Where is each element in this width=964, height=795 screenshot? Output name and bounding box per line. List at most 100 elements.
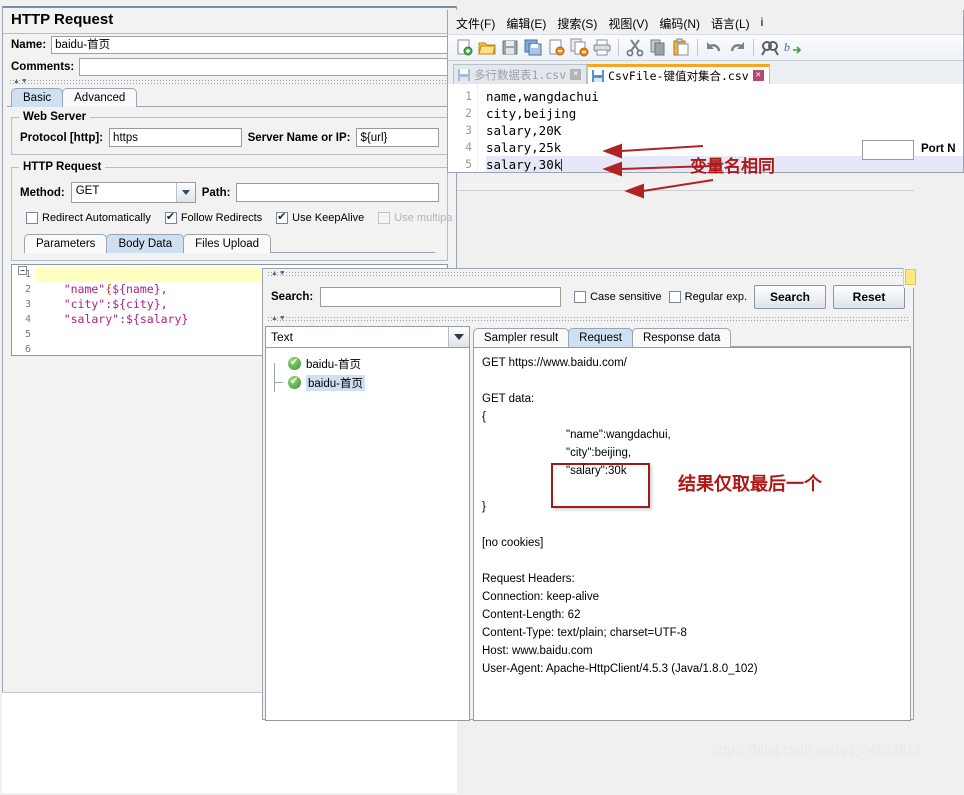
comments-row: Comments: bbox=[3, 56, 456, 78]
editor-gutter: 1 2 3 4 5 6 bbox=[12, 265, 34, 355]
floppy-icon bbox=[458, 68, 470, 81]
notepadpp-menubar: 文件(F) 编辑(E) 搜索(S) 视图(V) 编码(N) 语言(L) i bbox=[448, 10, 963, 34]
toolbar-separator bbox=[697, 39, 698, 56]
tree-item-baidu-1[interactable]: baidu-首页 bbox=[270, 354, 465, 374]
comments-input[interactable] bbox=[79, 58, 452, 76]
close-icon[interactable]: ✕ bbox=[752, 70, 764, 81]
save-icon[interactable] bbox=[500, 38, 520, 57]
menu-language[interactable]: 语言(L) bbox=[711, 15, 750, 32]
menu-edit[interactable]: 编辑(E) bbox=[506, 15, 546, 32]
results-split: Text baidu-首页 baidu-首页 Sampler result bbox=[263, 326, 913, 724]
save-all-icon[interactable] bbox=[523, 38, 543, 57]
request-content[interactable]: GET https://www.baidu.com/ GET data: { "… bbox=[473, 347, 911, 721]
close-icon[interactable]: ✕ bbox=[570, 69, 582, 80]
gutter-line: 4 bbox=[24, 314, 31, 325]
tree-item-baidu-2[interactable]: baidu-首页 bbox=[270, 373, 465, 392]
method-select[interactable]: GET bbox=[70, 182, 196, 203]
request-options-row: Redirect Automatically Follow Redirects … bbox=[20, 210, 452, 224]
port-input[interactable] bbox=[862, 140, 914, 160]
csv-line: name,wangdachui bbox=[486, 89, 599, 104]
paste-icon[interactable] bbox=[671, 38, 691, 57]
open-file-icon[interactable] bbox=[477, 38, 497, 57]
tab-parameters[interactable]: Parameters bbox=[24, 234, 108, 253]
search-input[interactable] bbox=[320, 287, 562, 307]
request-line bbox=[482, 372, 902, 390]
checkbox-regular-exp[interactable]: Regular exp. bbox=[668, 291, 747, 303]
menu-search[interactable]: 搜索(S) bbox=[557, 15, 597, 32]
checkbox-redirect-automatically[interactable]: Redirect Automatically bbox=[26, 212, 151, 224]
tree-connector bbox=[274, 373, 283, 392]
splitter-arrows-icon[interactable]: ▲▼ bbox=[271, 315, 287, 322]
server-name-input[interactable]: ${url} bbox=[356, 128, 439, 147]
tab-advanced[interactable]: Advanced bbox=[62, 88, 138, 107]
view-type-select[interactable]: Text bbox=[265, 326, 470, 348]
regular-exp-box-icon[interactable] bbox=[668, 291, 681, 303]
redo-icon[interactable] bbox=[727, 38, 747, 57]
name-row: Name: baidu-首页 bbox=[3, 34, 456, 56]
tab-body-data[interactable]: Body Data bbox=[106, 234, 185, 253]
notepadpp-tab-label: CsvFile-键值对集合.csv bbox=[608, 68, 749, 83]
follow-redirects-box-icon[interactable] bbox=[164, 210, 177, 224]
splitter-grip[interactable]: ▲▼ bbox=[9, 78, 450, 86]
checkbox-use-keepalive[interactable]: Use KeepAlive bbox=[276, 210, 364, 224]
close-file-icon[interactable] bbox=[546, 38, 566, 57]
tab-basic[interactable]: Basic bbox=[11, 88, 64, 107]
undo-icon[interactable] bbox=[704, 38, 724, 57]
redirect-automatically-label: Redirect Automatically bbox=[42, 212, 151, 224]
cut-icon[interactable] bbox=[625, 38, 645, 57]
name-input[interactable]: baidu-首页 bbox=[51, 36, 452, 54]
redirect-automatically-box-icon[interactable] bbox=[26, 212, 38, 224]
csv-line-text: salary,30k bbox=[486, 157, 562, 172]
web-server-legend: Web Server bbox=[19, 111, 91, 123]
toolbar-separator bbox=[753, 39, 754, 56]
csv-annotation-text: 变量名相同 bbox=[690, 157, 775, 177]
new-file-icon[interactable] bbox=[454, 38, 474, 57]
protocol-input[interactable]: https bbox=[109, 128, 242, 147]
checkbox-follow-redirects[interactable]: Follow Redirects bbox=[164, 210, 263, 224]
tab-sampler-result[interactable]: Sampler result bbox=[473, 328, 570, 347]
notepadpp-tab-csvfile[interactable]: CsvFile-键值对集合.csv ✕ bbox=[587, 64, 770, 84]
copy-icon[interactable] bbox=[648, 38, 668, 57]
request-line: { bbox=[482, 411, 486, 423]
menu-encoding[interactable]: 编码(N) bbox=[659, 15, 700, 32]
notepadpp-tab-multiline-csv[interactable]: 多行数据表1.csv ✕ bbox=[453, 64, 588, 84]
results-vertical-scrollbar[interactable] bbox=[903, 268, 916, 288]
request-line: } bbox=[482, 501, 486, 513]
tab-files-upload[interactable]: Files Upload bbox=[183, 234, 272, 253]
menu-settings[interactable]: i bbox=[761, 15, 764, 32]
menu-view[interactable]: 视图(V) bbox=[608, 15, 648, 32]
results-splitter-grip[interactable]: ▲▼ bbox=[267, 270, 909, 278]
tab-response-data[interactable]: Response data bbox=[631, 328, 732, 347]
splitter-arrows-icon[interactable]: ▲▼ bbox=[13, 78, 29, 85]
use-multipart-label: Use multipa bbox=[394, 212, 453, 224]
splitter-arrows-icon[interactable]: ▲▼ bbox=[271, 270, 287, 277]
chevron-down-icon[interactable] bbox=[175, 183, 195, 202]
replace-icon[interactable]: b bbox=[783, 38, 803, 57]
menu-file[interactable]: 文件(F) bbox=[456, 15, 495, 32]
search-button[interactable]: Search bbox=[754, 285, 826, 309]
follow-redirects-label: Follow Redirects bbox=[180, 212, 263, 224]
results-tree-pane: Text baidu-首页 baidu-首页 bbox=[265, 326, 470, 721]
results-splitter-grip-2[interactable]: ▲▼ bbox=[267, 315, 909, 323]
scrollbar-thumb[interactable] bbox=[905, 269, 916, 285]
case-sensitive-label: Case sensitive bbox=[590, 291, 662, 303]
case-sensitive-box-icon[interactable] bbox=[574, 291, 587, 303]
reset-button[interactable]: Reset bbox=[833, 285, 905, 309]
regular-exp-label: Regular exp. bbox=[684, 291, 747, 303]
tree-item-label: baidu-首页 bbox=[306, 374, 365, 391]
chevron-down-icon[interactable] bbox=[448, 327, 469, 347]
results-tree[interactable]: baidu-首页 baidu-首页 bbox=[265, 348, 470, 721]
path-input[interactable] bbox=[236, 183, 439, 202]
close-all-icon[interactable] bbox=[569, 38, 589, 57]
checkbox-case-sensitive[interactable]: Case sensitive bbox=[574, 291, 662, 303]
use-keepalive-box-icon[interactable] bbox=[276, 210, 289, 224]
request-line: Host: www.baidu.com bbox=[482, 645, 593, 657]
request-line: [no cookies] bbox=[482, 537, 544, 549]
print-icon[interactable] bbox=[592, 38, 612, 57]
search-bar: Search: Case sensitive Regular exp. Sear… bbox=[263, 278, 913, 316]
tab-request[interactable]: Request bbox=[568, 328, 633, 347]
method-value: GET bbox=[75, 185, 100, 197]
request-line: Connection: keep-alive bbox=[482, 591, 599, 603]
find-icon[interactable] bbox=[760, 38, 780, 57]
fold-toggle-icon[interactable]: − bbox=[18, 266, 27, 275]
